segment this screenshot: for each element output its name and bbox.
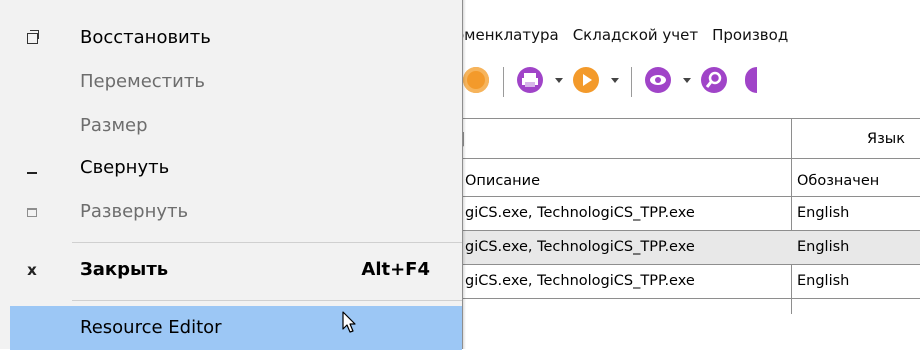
menu-item-close[interactable]: x Закрыть Alt+F4 <box>0 248 462 292</box>
table-cell-description[interactable]: giCS.exe, TechnologiCS_TPP.exe <box>465 232 789 262</box>
menu-item-restore[interactable]: Восстановить <box>0 16 462 60</box>
grid-line <box>455 196 920 197</box>
menu-separator <box>72 300 462 301</box>
menu-item-label: Закрыть <box>80 259 169 280</box>
menu-production[interactable]: Производ <box>712 26 788 44</box>
toolbar-separator <box>631 67 632 97</box>
menu-warehouse[interactable]: Складской учет <box>573 26 698 44</box>
menu-item-label: Развернуть <box>80 201 189 222</box>
maximize-icon <box>20 190 44 234</box>
table-cell-designation[interactable]: English <box>797 232 849 262</box>
play-icon[interactable] <box>573 67 599 93</box>
table-cell-description[interactable]: giCS.exe, TechnologiCS_TPP.exe <box>465 266 789 296</box>
toolbar <box>455 58 920 104</box>
menu-item-label: Переместить <box>80 71 205 92</box>
menu-nomenclature[interactable]: оменклатура <box>455 26 559 44</box>
chevron-down-icon[interactable] <box>611 78 619 83</box>
grid-line <box>455 158 920 159</box>
grid-line <box>455 118 920 119</box>
printer-icon[interactable] <box>517 67 543 93</box>
table-cell-description[interactable]: giCS.exe, TechnologiCS_TPP.exe <box>465 198 789 228</box>
menu-item-size[interactable]: Размер <box>0 104 462 148</box>
grid-line <box>455 298 920 299</box>
zoom-icon[interactable] <box>701 67 727 93</box>
grid-group-header-language: Язык <box>867 131 905 147</box>
refresh-icon[interactable] <box>463 67 489 93</box>
menu-item-label: Resource Editor <box>80 317 222 338</box>
table-cell-designation[interactable]: English <box>797 266 849 296</box>
chevron-down-icon[interactable] <box>683 78 691 83</box>
menu-separator <box>72 242 462 243</box>
table-cell-designation[interactable]: English <box>797 198 849 228</box>
column-header-description[interactable]: Описание <box>465 166 785 196</box>
menu-item-move[interactable]: Переместить <box>0 60 462 104</box>
menu-bar: оменклатура Складской учет Производ <box>455 22 920 48</box>
grid-line <box>455 264 920 265</box>
menu-item-label: Свернуть <box>80 157 170 178</box>
partial-toolbar-icon[interactable] <box>745 67 757 93</box>
toolbar-separator <box>503 67 504 97</box>
grid-line <box>791 118 792 314</box>
data-grid: | Язык Описание Обозначен giCS.exe, Tech… <box>455 118 920 318</box>
shortcut-label: Alt+F4 <box>361 259 430 280</box>
menu-item-label: Размер <box>80 115 148 136</box>
menu-item-resource-editor[interactable]: Resource Editor <box>10 306 462 350</box>
minimize-icon <box>20 146 44 190</box>
menu-item-minimize[interactable]: Свернуть <box>0 146 462 190</box>
menu-item-maximize[interactable]: Развернуть <box>0 190 462 234</box>
menu-shadow <box>462 0 466 349</box>
column-header-designation[interactable]: Обозначен <box>797 166 879 196</box>
close-icon: x <box>27 261 37 279</box>
mouse-pointer-icon <box>342 311 356 333</box>
restore-icon <box>20 16 44 60</box>
eye-icon[interactable] <box>645 67 671 93</box>
menu-item-label: Восстановить <box>80 27 211 48</box>
chevron-down-icon[interactable] <box>555 78 563 83</box>
system-context-menu: Восстановить Переместить Размер Свернуть… <box>0 0 463 350</box>
